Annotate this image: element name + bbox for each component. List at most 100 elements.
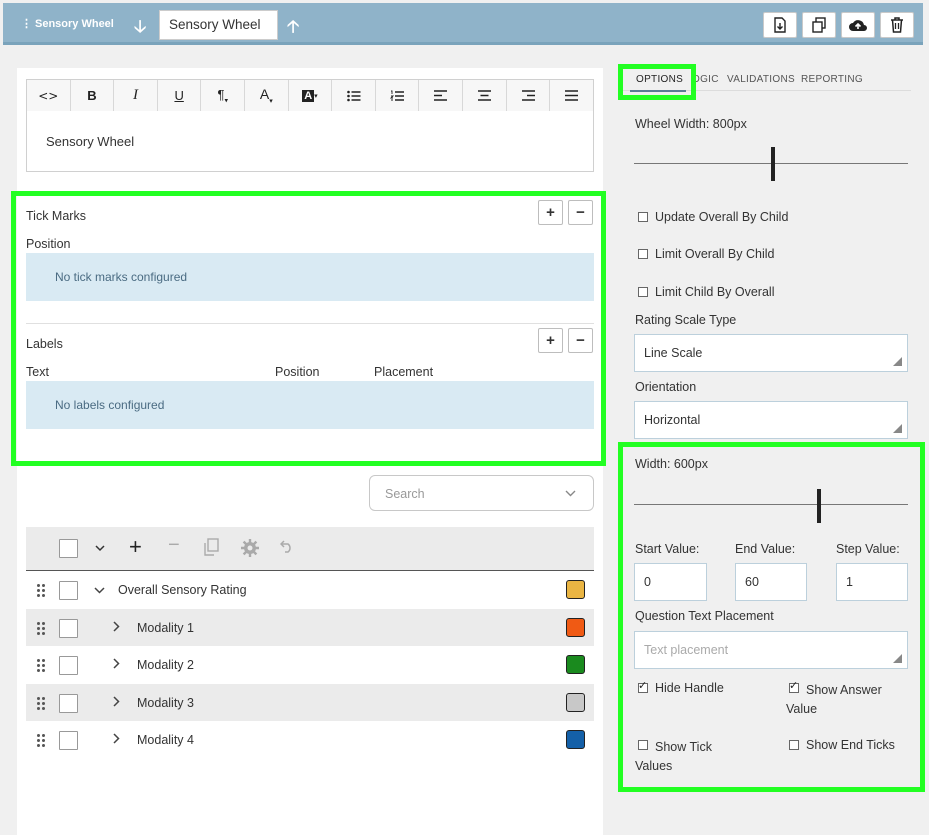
delete-button[interactable] — [880, 12, 914, 38]
color-swatch[interactable] — [566, 580, 585, 599]
drag-handle-icon[interactable] — [37, 734, 47, 748]
export-icon — [774, 17, 786, 33]
upload-button[interactable] — [841, 12, 875, 38]
chevron-right-icon[interactable] — [113, 657, 120, 672]
row-checkbox[interactable] — [59, 694, 78, 713]
divider — [26, 323, 594, 324]
step-value-input[interactable]: 1 — [836, 563, 908, 601]
bullet-list-button[interactable] — [332, 80, 376, 111]
drag-handle-icon[interactable] — [37, 622, 47, 636]
color-swatch[interactable] — [566, 618, 585, 637]
labels-title: Labels — [26, 337, 63, 351]
tick-marks-empty-state: No tick marks configured — [26, 253, 594, 301]
color-swatch[interactable] — [566, 655, 585, 674]
row-checkbox[interactable] — [59, 581, 78, 600]
tree-row[interactable]: Modality 2 — [26, 646, 594, 683]
tree-row[interactable]: Modality 3 — [26, 684, 594, 721]
add-tick-mark-button[interactable]: + — [538, 200, 563, 225]
limit-child-checkbox[interactable] — [638, 287, 648, 297]
width-slider-handle[interactable] — [817, 489, 821, 523]
question-text-placement-select[interactable]: Text placement — [634, 631, 908, 669]
move-up-icon[interactable]: 🡡 — [287, 14, 299, 43]
underline-button[interactable]: U — [158, 80, 202, 111]
orientation-select[interactable]: Horizontal — [634, 401, 908, 439]
tree-row[interactable]: Modality 1 — [26, 609, 594, 646]
remove-label-button[interactable]: − — [568, 328, 593, 353]
hide-handle-checkbox[interactable]: ✓ — [638, 680, 648, 693]
italic-button[interactable]: I — [114, 80, 158, 111]
undo-icon[interactable] — [280, 540, 294, 553]
font-color-button[interactable]: A▾ — [245, 80, 289, 111]
align-left-button[interactable] — [419, 80, 464, 111]
limit-overall-checkbox[interactable] — [638, 249, 648, 259]
editor-content: Sensory Wheel — [46, 134, 135, 149]
check-icon: ✓ — [638, 680, 648, 692]
minus-icon: − — [576, 204, 585, 221]
align-right-button[interactable] — [507, 80, 551, 111]
tab-validations[interactable]: VALIDATIONS — [727, 74, 795, 85]
justify-button[interactable] — [550, 80, 593, 111]
rating-scale-type-select[interactable]: Line Scale — [634, 334, 908, 372]
question-name-menu[interactable]: Sensory Wheel — [35, 18, 114, 30]
select-all-checkbox[interactable] — [59, 539, 78, 558]
drag-handle-icon[interactable] — [37, 584, 47, 598]
show-end-ticks-label: Show End Ticks — [806, 738, 895, 752]
add-label-button[interactable]: + — [538, 328, 563, 353]
start-value-input[interactable]: 0 — [634, 563, 707, 601]
trash-icon — [891, 17, 903, 33]
cloud-upload-icon — [849, 20, 867, 31]
align-center-button[interactable] — [463, 80, 507, 111]
wheel-width-slider-handle[interactable] — [771, 147, 775, 181]
width-slider-track[interactable] — [634, 504, 908, 505]
color-swatch[interactable] — [566, 730, 585, 749]
search-placeholder: Search — [385, 487, 425, 501]
row-checkbox[interactable] — [59, 619, 78, 638]
end-value-input[interactable]: 60 — [735, 563, 807, 601]
chevron-down-icon[interactable] — [95, 545, 105, 552]
drag-handle-icon[interactable] — [37, 659, 47, 673]
chevron-right-icon[interactable] — [113, 620, 120, 635]
code-view-button[interactable]: <> — [27, 80, 71, 111]
settings-gear-icon[interactable] — [241, 539, 259, 557]
tab-logic[interactable]: OGIC — [692, 74, 719, 85]
move-down-icon[interactable]: 🡣 — [134, 14, 146, 43]
search-dropdown[interactable]: Search — [369, 475, 594, 511]
show-end-ticks-checkbox[interactable] — [789, 740, 799, 750]
question-name-input[interactable]: Sensory Wheel — [159, 10, 278, 40]
tick-marks-title: Tick Marks — [26, 209, 86, 223]
chevron-down-icon[interactable] — [94, 582, 105, 597]
update-overall-checkbox[interactable] — [638, 212, 648, 222]
tree-row-label: Modality 2 — [137, 658, 194, 672]
rating-scale-type-value: Line Scale — [644, 346, 703, 360]
wheel-width-label: Wheel Width: 800px — [635, 117, 747, 131]
update-overall-label: Update Overall By Child — [655, 210, 789, 224]
bold-button[interactable]: B — [71, 80, 115, 111]
drag-handle-icon[interactable] — [37, 697, 47, 711]
justify-icon — [565, 90, 579, 101]
row-checkbox[interactable] — [59, 656, 78, 675]
paragraph-button[interactable]: ¶▾ — [201, 80, 246, 111]
align-right-icon — [521, 90, 535, 101]
underline-icon: U — [174, 88, 184, 103]
add-icon[interactable]: + — [129, 534, 142, 560]
show-answer-value-label: Show Answer Value — [786, 683, 882, 716]
color-swatch[interactable] — [566, 693, 585, 712]
tree-row[interactable]: Overall Sensory Rating — [26, 571, 594, 608]
width-label: Width: 600px — [635, 457, 708, 471]
tab-reporting[interactable]: REPORTING — [801, 74, 863, 85]
tree-row-label: Modality 4 — [137, 733, 194, 747]
row-checkbox[interactable] — [59, 731, 78, 750]
rich-text-editor[interactable]: Sensory Wheel — [26, 111, 594, 172]
copy-button[interactable] — [802, 12, 836, 38]
highlight-button[interactable]: A ▾ — [289, 80, 333, 111]
duplicate-icon[interactable] — [203, 538, 219, 556]
tree-row[interactable]: Modality 4 — [26, 721, 594, 758]
highlight-box-options-tab — [618, 64, 696, 100]
chevron-right-icon[interactable] — [113, 695, 120, 710]
chevron-right-icon[interactable] — [113, 732, 120, 747]
remove-tick-mark-button[interactable]: − — [568, 200, 593, 225]
numbered-list-button[interactable] — [376, 80, 420, 111]
kebab-menu-icon[interactable]: ⋮ — [21, 17, 32, 30]
remove-icon[interactable]: − — [168, 534, 180, 557]
export-button[interactable] — [763, 12, 797, 38]
